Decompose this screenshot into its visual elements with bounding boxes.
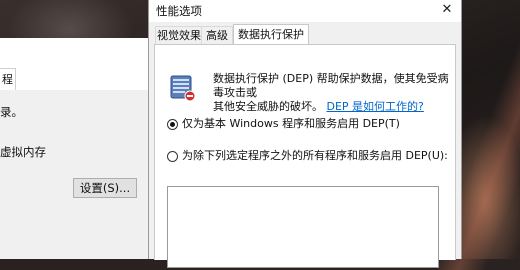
settings-button[interactable]: 设置(S)...: [73, 178, 137, 198]
dep-shield-icon: [170, 75, 196, 102]
tab-advanced[interactable]: 高级: [201, 26, 233, 44]
title-bar[interactable]: 性能选项 ✕: [149, 0, 461, 22]
program-exception-list[interactable]: [167, 186, 439, 268]
radio-option-essential[interactable]: 仅为基本 Windows 程序和服务启用 DEP(T): [167, 117, 400, 131]
back-tabstrip: [0, 68, 150, 91]
radio-button-unchecked[interactable]: [167, 150, 178, 162]
dep-help-link[interactable]: DEP 是如何工作的?: [327, 100, 424, 113]
radio-button-checked[interactable]: [167, 118, 178, 130]
radio-label-essential: 仅为基本 Windows 程序和服务启用 DEP(T): [182, 117, 400, 130]
description-line-2: 其他安全威胁的破坏。: [213, 100, 323, 113]
system-properties-window: 程 录。 虚拟内存 设置(S)...: [0, 38, 150, 259]
tab-dep[interactable]: 数据执行保护: [233, 24, 309, 45]
dialog-title: 性能选项: [156, 4, 202, 18]
description-line-1: 数据执行保护 (DEP) 帮助保护数据，使其免受病毒攻击或: [213, 72, 449, 99]
radio-label-all-except: 为除下列选定程序之外的所有程序和服务启用 DEP(U):: [182, 149, 448, 162]
back-text-line: 录。: [0, 105, 23, 119]
tab-visual-effects[interactable]: 视觉效果: [155, 26, 203, 44]
dep-tab-panel: 数据执行保护 (DEP) 帮助保护数据，使其免受病毒攻击或 其他安全威胁的破坏。…: [154, 44, 456, 268]
radio-option-all-except[interactable]: 为除下列选定程序之外的所有程序和服务启用 DEP(U):: [167, 149, 448, 163]
dep-description: 数据执行保护 (DEP) 帮助保护数据，使其免受病毒攻击或 其他安全威胁的破坏。…: [213, 72, 449, 114]
back-text-virtual-memory: 虚拟内存: [0, 145, 46, 159]
back-tab-advanced[interactable]: 程: [0, 68, 16, 90]
close-icon[interactable]: ✕: [439, 2, 455, 18]
performance-options-dialog: 性能选项 ✕ 视觉效果 高级 数据执行保护 数据执行保护 (DEP) 帮助保护数…: [148, 0, 462, 268]
